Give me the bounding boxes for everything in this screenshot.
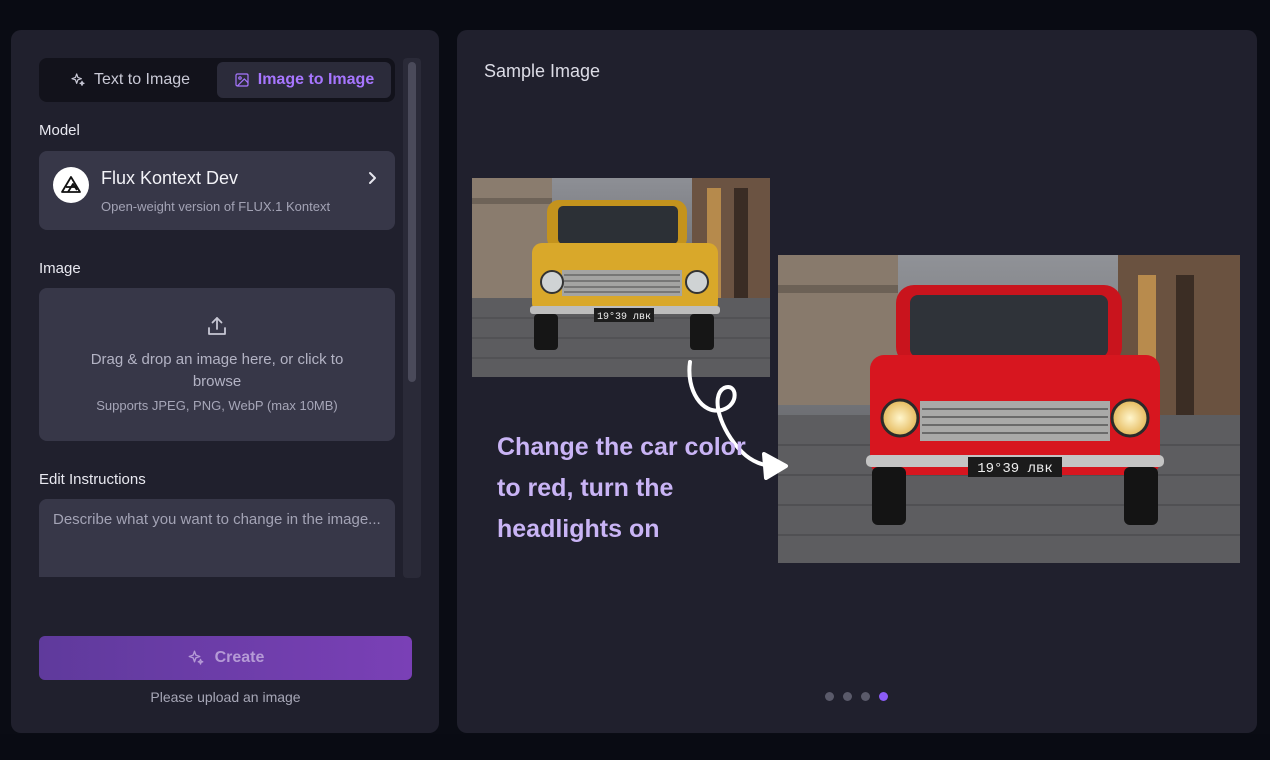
sample-before-image: 19°39 лвк	[472, 178, 770, 377]
image-dropzone[interactable]: Drag & drop an image here, or click to b…	[39, 288, 395, 441]
model-description: Open-weight version of FLUX.1 Kontext	[101, 199, 331, 214]
dropzone-text: Drag & drop an image here, or click to b…	[90, 351, 344, 390]
sparkle-icon	[188, 650, 204, 665]
tab-label: Image to Image	[257, 71, 375, 88]
image-label: Image	[39, 260, 81, 277]
sample-after-image: 19°39 лвк	[778, 255, 1240, 563]
create-helper-text: Please upload an image	[150, 689, 301, 705]
sample-panel: Sample Image 19°39 лвк 19°39 лвк Change …	[457, 30, 1257, 733]
image-icon	[235, 73, 249, 87]
tab-text-to-image[interactable]: Text to Image	[43, 62, 217, 98]
license-plate: 19°39 лвк	[597, 311, 651, 323]
scrollbar[interactable]	[403, 58, 421, 578]
upload-icon	[208, 317, 226, 335]
carousel-dot-active[interactable]	[879, 692, 888, 701]
carousel-dot[interactable]	[825, 692, 834, 701]
dropzone-subtext: Supports JPEG, PNG, WebP (max 10MB)	[96, 398, 338, 413]
sparkle-icon	[71, 73, 85, 86]
model-selector[interactable]: Flux Kontext Dev Open-weight version of …	[39, 151, 395, 230]
edit-instructions-container	[39, 499, 395, 577]
create-label: Create	[214, 649, 265, 666]
carousel-dot[interactable]	[861, 692, 870, 701]
model-name: Flux Kontext Dev	[101, 168, 239, 188]
edit-instructions-label: Edit Instructions	[39, 471, 146, 488]
sample-caption: Change the car color to red, turn the he…	[497, 433, 746, 543]
model-label: Model	[39, 122, 80, 139]
license-plate: 19°39 лвк	[977, 461, 1053, 477]
create-button[interactable]: Create	[39, 636, 412, 680]
carousel-dot[interactable]	[843, 692, 852, 701]
tab-image-to-image[interactable]: Image to Image	[217, 62, 391, 98]
bottom-strip	[0, 734, 1270, 760]
tab-label: Text to Image	[93, 71, 191, 88]
edit-instructions-input[interactable]	[39, 499, 395, 577]
settings-panel: Text to Image Image to Image Model Flux …	[11, 30, 439, 733]
chevron-right-icon	[369, 172, 376, 184]
top-strip	[0, 0, 1270, 30]
carousel-dots	[825, 692, 888, 701]
sample-title: Sample Image	[484, 61, 601, 81]
scrollbar-thumb[interactable]	[408, 62, 416, 382]
flux-logo-icon	[53, 167, 89, 203]
mode-tabs: Text to Image Image to Image	[39, 58, 395, 102]
